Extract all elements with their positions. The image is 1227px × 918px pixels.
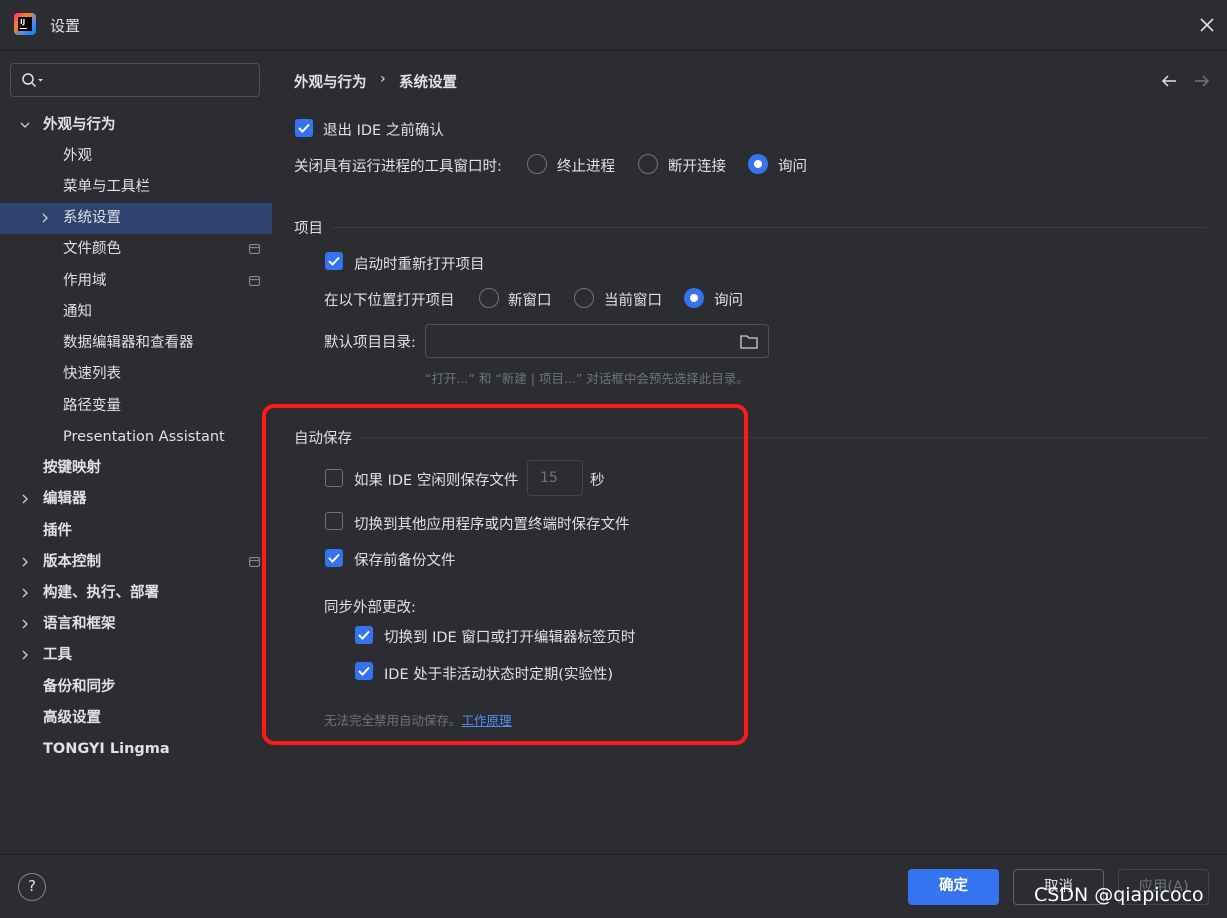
sidebar-item-label: TONGYI Lingma [43, 741, 170, 757]
sidebar-item-9[interactable]: 路径变量 [0, 391, 272, 422]
sidebar-item-label: Presentation Assistant [63, 429, 225, 445]
radio-ask-close-label: 询问 [778, 159, 807, 175]
sidebar-item-label: 路径变量 [63, 398, 121, 414]
breadcrumb-parent[interactable]: 外观与行为 [294, 71, 367, 92]
sidebar-item-17[interactable]: 工具 [0, 640, 272, 671]
breadcrumb-separator: › [380, 71, 386, 87]
sidebar-item-18[interactable]: 备份和同步 [0, 672, 272, 703]
chevron-right-icon[interactable] [20, 650, 30, 660]
csdn-watermark: CSDN @qiapicoco [1034, 884, 1204, 906]
sidebar-item-label: 按键映射 [43, 460, 101, 476]
project-scope-icon [249, 276, 260, 286]
intellij-idea-icon: IJ [14, 13, 36, 35]
search-input[interactable] [10, 63, 260, 97]
sidebar-item-label: 版本控制 [43, 554, 101, 570]
settings-sidebar: 外观与行为外观菜单与工具栏 系统设置文件颜色作用域通知数据编辑器和查看器 快速列表路… [0, 51, 272, 854]
sidebar-item-label: 语言和框架 [43, 616, 116, 632]
project-section-title: 项目 [294, 221, 323, 237]
radio-terminate-process[interactable] [527, 154, 547, 174]
search-icon [22, 73, 43, 88]
chevron-right-icon[interactable] [20, 557, 30, 567]
sidebar-item-label: 作用域 [63, 273, 107, 289]
sidebar-item-label: 快速列表 [63, 366, 121, 382]
chevron-right-icon[interactable] [20, 494, 30, 504]
sidebar-item-label: 外观 [63, 148, 92, 164]
sidebar-item-16[interactable]: 语言和框架 [0, 609, 272, 640]
sidebar-item-6[interactable]: 通知 [0, 297, 272, 328]
project-scope-icon [249, 557, 260, 567]
sidebar-item-label: 通知 [63, 304, 92, 320]
close-tool-window-label: 关闭具有运行进程的工具窗口时: [294, 159, 502, 175]
radio-new-window[interactable] [479, 288, 499, 308]
default-dir-hint: “打开...” 和 “新建 | 项目...” 对话框中会预先选择此目录。 [425, 371, 749, 386]
sidebar-item-3[interactable]: 系统设置 [0, 203, 272, 234]
sidebar-item-label: 高级设置 [43, 710, 101, 726]
sidebar-item-label: 备份和同步 [43, 679, 116, 695]
sidebar-item-15[interactable]: 构建、执行、部署 [0, 578, 272, 609]
checkmark-icon [298, 123, 310, 133]
sidebar-item-label: 工具 [43, 647, 72, 663]
sidebar-item-tongyi-lingma[interactable]: TONGYI Lingma [0, 734, 272, 765]
open-location-label: 在以下位置打开项目 [324, 293, 455, 309]
sidebar-item-19[interactable]: 高级设置 [0, 703, 272, 734]
sidebar-item-label: 数据编辑器和查看器 [63, 335, 194, 351]
confirm-exit-label: 退出 IDE 之前确认 [323, 123, 444, 139]
chevron-right-icon[interactable] [20, 619, 30, 629]
radio-disconnect-label: 断开连接 [668, 159, 726, 175]
sidebar-item-13[interactable]: 插件 [0, 516, 272, 547]
reopen-projects-label: 启动时重新打开项目 [354, 257, 485, 273]
section-divider [332, 227, 1207, 228]
radio-terminate-label: 终止进程 [557, 159, 615, 175]
radio-new-window-label: 新窗口 [508, 293, 552, 309]
sidebar-item-label: 文件颜色 [63, 241, 121, 257]
sidebar-item-11[interactable]: 按键映射 [0, 453, 272, 484]
default-dir-field[interactable] [425, 324, 769, 358]
radio-ask-open-label: 询问 [714, 293, 743, 309]
confirm-exit-checkbox[interactable] [295, 119, 313, 137]
sidebar-item-14[interactable]: 版本控制 [0, 547, 272, 578]
radio-current-window-label: 当前窗口 [604, 293, 662, 309]
window-title: 设置 [50, 17, 81, 35]
sidebar-item-4[interactable]: 文件颜色 [0, 234, 272, 265]
sidebar-item-2[interactable]: 菜单与工具栏 [0, 172, 272, 203]
radio-disconnect[interactable] [638, 154, 658, 174]
sidebar-item-label: 系统设置 [63, 210, 121, 226]
back-arrow-icon[interactable] [1160, 73, 1178, 89]
sidebar-item-label: 外观与行为 [43, 117, 116, 133]
sidebar-item-7[interactable]: 数据编辑器和查看器 [0, 328, 272, 359]
sidebar-item-12[interactable]: 编辑器 [0, 484, 272, 515]
title-bar: IJ 设置 [0, 0, 1227, 51]
sidebar-item-8[interactable]: 快速列表 [0, 359, 272, 390]
sidebar-item-label: 编辑器 [43, 491, 87, 507]
reopen-projects-checkbox[interactable] [325, 252, 343, 270]
chevron-right-icon[interactable] [20, 588, 30, 598]
help-button[interactable]: ? [18, 873, 46, 901]
checkmark-icon [328, 256, 340, 266]
forward-arrow-icon[interactable] [1193, 73, 1211, 89]
chevron-down-icon[interactable] [20, 120, 30, 130]
radio-ask-close[interactable] [748, 154, 768, 174]
radio-ask-open[interactable] [684, 288, 704, 308]
sidebar-item-0[interactable]: 外观与行为 [0, 110, 272, 141]
folder-icon[interactable] [740, 334, 758, 349]
sidebar-item-label: 菜单与工具栏 [63, 179, 150, 195]
project-scope-icon [249, 244, 260, 254]
sidebar-item-5[interactable]: 作用域 [0, 266, 272, 297]
close-icon[interactable] [1196, 14, 1218, 36]
sidebar-item-presentation-assistant[interactable]: Presentation Assistant [0, 422, 272, 453]
radio-current-window[interactable] [574, 288, 594, 308]
highlight-annotation [262, 404, 748, 745]
ok-button[interactable]: 确定 [908, 869, 999, 905]
breadcrumb-current: 系统设置 [399, 75, 457, 91]
chevron-right-icon[interactable] [40, 213, 50, 223]
sidebar-item-label: 插件 [43, 523, 72, 539]
sidebar-item-label: 构建、执行、部署 [43, 585, 159, 601]
default-dir-label: 默认项目目录: [324, 335, 416, 351]
sidebar-item-1[interactable]: 外观 [0, 141, 272, 172]
